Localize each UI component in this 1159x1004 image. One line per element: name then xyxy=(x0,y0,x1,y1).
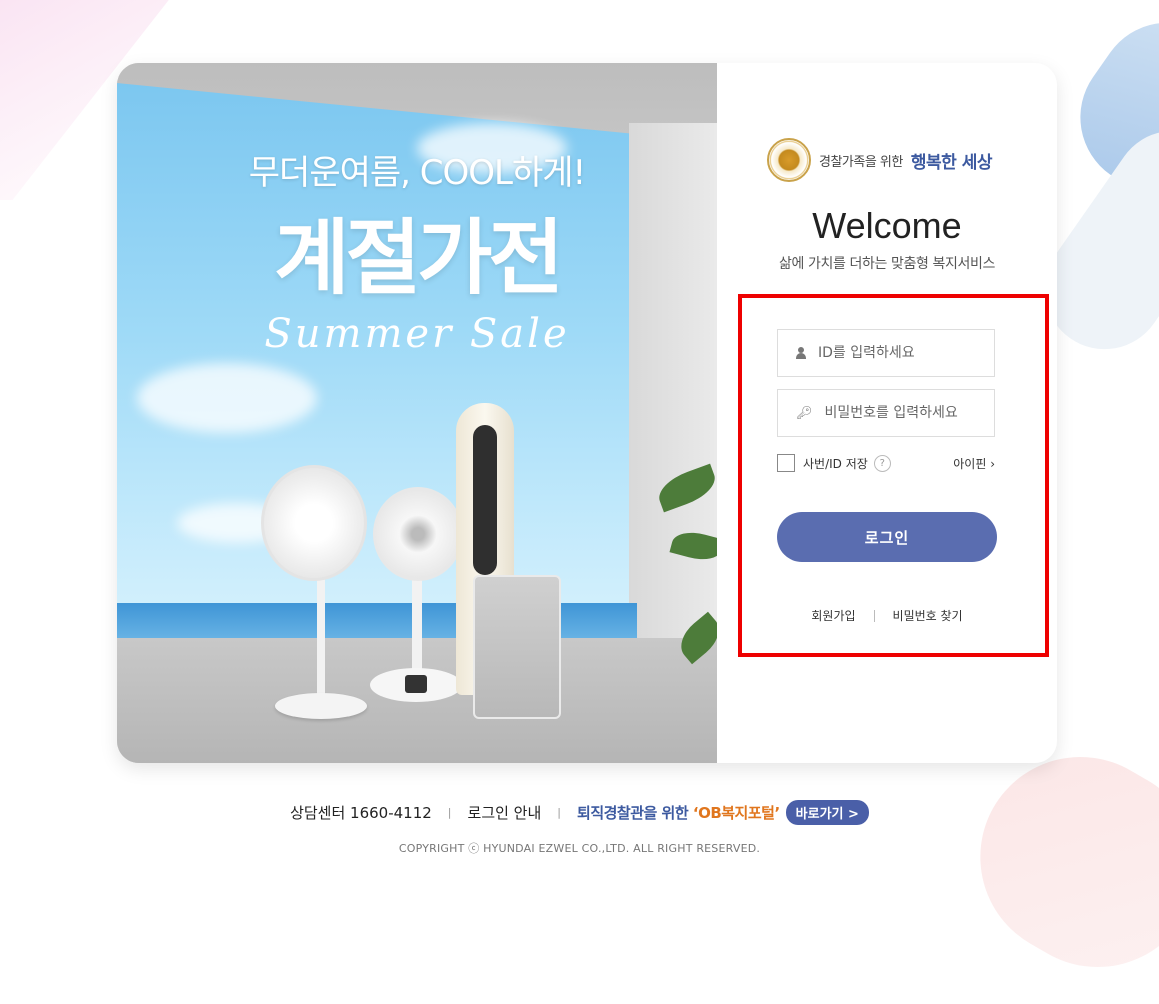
login-guide-link[interactable]: 로그인 안내 xyxy=(468,802,542,823)
police-emblem-icon xyxy=(767,138,811,182)
welcome-title: Welcome xyxy=(812,205,962,246)
support-center: 상담센터 1660-4112 xyxy=(290,804,432,822)
footer-bar: 상담센터 1660-4112 | 로그인 안내 | 퇴직경찰관을 위한 ‘OB복… xyxy=(0,800,1159,825)
fan-stand-pole xyxy=(317,573,325,703)
highlight-box xyxy=(738,294,1049,657)
ob-portal-text: 퇴직경찰관을 위한 ‘OB복지포털’ xyxy=(577,802,780,823)
ob-portal-name: ‘OB복지포털’ xyxy=(692,804,780,822)
banner-script: Summer Sale xyxy=(264,311,570,357)
brand-name: 행복한 세상 xyxy=(910,152,993,173)
copyright: COPYRIGHT ⓒ HYUNDAI EZWEL CO.,LTD. ALL R… xyxy=(398,842,761,855)
portable-aircon-image xyxy=(473,575,561,719)
ob-portal-go-button[interactable]: 바로가기 > xyxy=(785,800,869,825)
welcome-subtitle: 삶에 가치를 더하는 맞춤형 복지서비스 xyxy=(779,256,995,272)
banner-cloud xyxy=(137,363,317,433)
brand-logo: 경찰가족을 위한 행복한 세상 xyxy=(767,137,1027,183)
footer-divider: | xyxy=(557,806,562,819)
banner-title: 계절가전 xyxy=(274,211,564,306)
fan-stand-base xyxy=(275,693,367,719)
circulator-pole xyxy=(412,575,422,675)
decor-blue-shape xyxy=(1052,0,1159,215)
remote-image xyxy=(405,675,427,693)
banner-subtitle: 무더운여름, COOL하게! xyxy=(248,153,586,193)
promo-banner[interactable]: 무더운여름, COOL하게! 계절가전 Summer Sale xyxy=(117,63,717,763)
footer-divider: | xyxy=(447,806,452,819)
brand-tagline: 경찰가족을 위한 xyxy=(819,154,903,170)
tower-aircon-panel xyxy=(473,425,497,575)
circulator-fan-image xyxy=(373,487,463,581)
ob-prefix: 퇴직경찰관을 위한 xyxy=(577,804,693,822)
standing-fan-image xyxy=(261,465,367,581)
